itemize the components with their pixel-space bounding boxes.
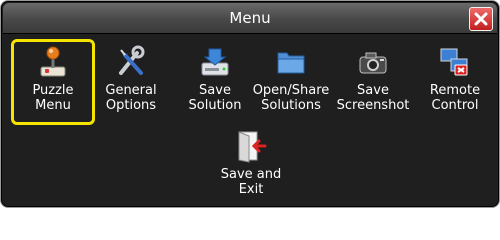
save-and-exit-button[interactable]: Save and Exit [209, 123, 293, 207]
folder-icon [277, 52, 305, 74]
network-computers-icon [440, 48, 468, 76]
puzzle-menu-label: Puzzle Menu [32, 83, 74, 113]
exit-door-icon [238, 131, 267, 163]
save-screenshot-button[interactable]: Save Screenshot [331, 39, 415, 125]
open-share-solutions-label: Open/Share Solutions [252, 83, 330, 113]
save-drive-icon [201, 48, 229, 76]
puzzle-menu-button[interactable]: Puzzle Menu [11, 39, 95, 125]
joystick-icon [40, 46, 66, 77]
remote-control-label: Remote Control [429, 83, 481, 113]
general-options-label: General Options [105, 83, 157, 113]
remote-control-button[interactable]: Remote Control [413, 39, 497, 125]
close-button[interactable] [469, 7, 493, 31]
title-bar: Menu [3, 3, 497, 34]
wrench-screwdriver-icon [119, 45, 145, 75]
general-options-button[interactable]: General Options [89, 39, 173, 125]
close-icon [474, 12, 488, 26]
save-screenshot-label: Save Screenshot [336, 83, 410, 113]
save-solution-button[interactable]: Save Solution [173, 39, 257, 125]
save-and-exit-label: Save and Exit [220, 167, 282, 197]
camera-icon [359, 52, 387, 74]
window-title: Menu [229, 9, 271, 27]
open-share-solutions-button[interactable]: Open/Share Solutions [249, 39, 333, 125]
save-solution-label: Save Solution [188, 83, 242, 113]
menu-dialog: Menu Puzzle Menu General Options Save So… [0, 0, 500, 208]
